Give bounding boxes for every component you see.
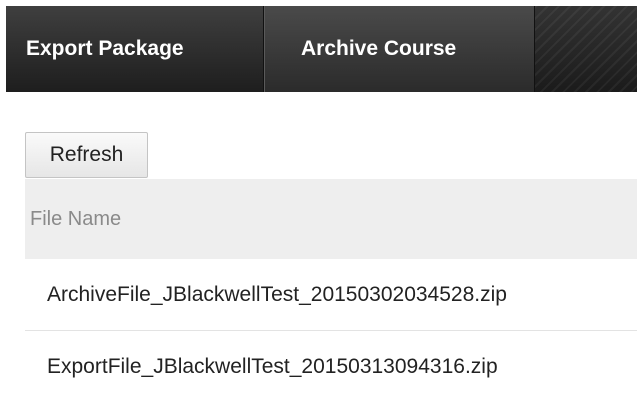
page: Export Package Archive Course Refresh Fi… <box>0 0 637 402</box>
action-bar: Export Package Archive Course <box>6 6 637 92</box>
file-name-link[interactable]: ArchiveFile_JBlackwellTest_2015030203452… <box>47 283 507 307</box>
table-row[interactable]: ArchiveFile_JBlackwellTest_2015030203452… <box>25 259 637 331</box>
file-name-link[interactable]: ExportFile_JBlackwellTest_20150313094316… <box>47 355 498 379</box>
export-package-button[interactable]: Export Package <box>6 6 264 92</box>
table-row[interactable]: ExportFile_JBlackwellTest_20150313094316… <box>25 331 637 402</box>
column-header-file-name[interactable]: File Name <box>25 179 637 259</box>
archive-course-label: Archive Course <box>301 37 457 60</box>
column-header-label: File Name <box>30 207 122 230</box>
refresh-button[interactable]: Refresh <box>25 132 148 178</box>
archive-course-button[interactable]: Archive Course <box>264 6 534 92</box>
file-table: File Name ArchiveFile_JBlackwellTest_201… <box>25 179 637 402</box>
export-package-label: Export Package <box>26 37 184 60</box>
action-bar-filler <box>534 6 637 92</box>
